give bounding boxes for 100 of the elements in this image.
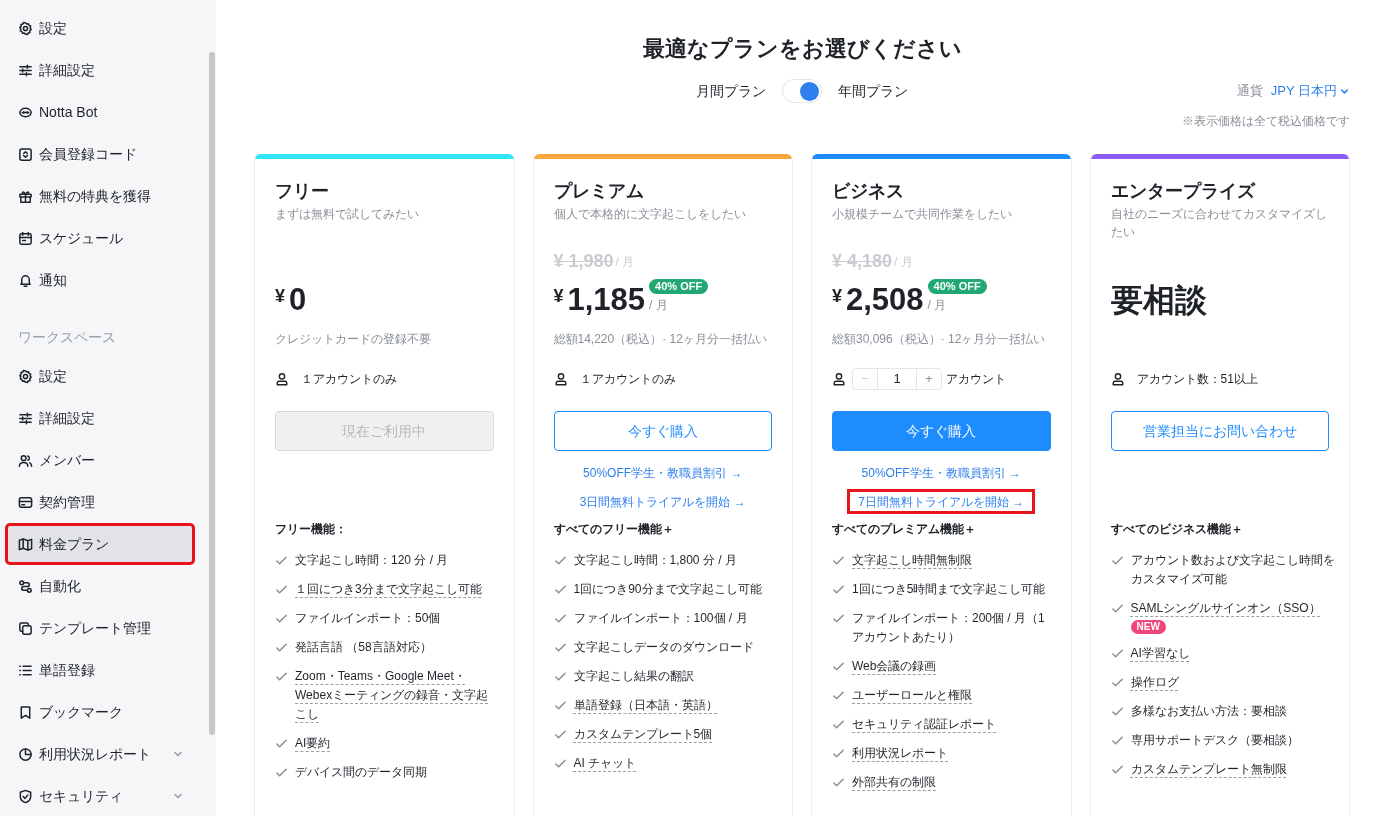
link[interactable]: 7日間無料トライアルを開始 →: [850, 492, 1033, 511]
feature-text: 多様なお支払い方法：要相談: [1130, 703, 1287, 720]
yearly-label[interactable]: 年間プラン: [838, 80, 908, 102]
card-icon: [18, 494, 33, 510]
feature-text: AI学習なし: [1130, 645, 1190, 662]
sidebar-item[interactable]: メンバー: [8, 442, 192, 478]
account-stepper[interactable]: − 1 +: [852, 368, 942, 390]
sidebar-item[interactable]: 設定: [8, 358, 192, 394]
sidebar-item[interactable]: 会員登録コード: [8, 136, 192, 172]
sidebar-item[interactable]: 単語登録: [8, 652, 192, 688]
check-icon: [275, 737, 288, 750]
feature-text: AI チャット: [573, 755, 637, 772]
check-icon: [832, 747, 845, 760]
price: 要相談: [1110, 281, 1207, 320]
check-icon: [553, 641, 567, 654]
check-icon: [1110, 763, 1124, 776]
account-limit: １アカウントのみ: [579, 371, 676, 388]
price-note: 総額30,096（税込）· 12ヶ月分一括払い: [832, 331, 1046, 348]
sidebar-item[interactable]: ブックマーク: [8, 694, 192, 730]
discount-badge: 40% OFF: [649, 279, 709, 294]
scrollbar[interactable]: [209, 52, 215, 735]
plan-name: プレミアム: [553, 180, 645, 203]
sidebar-item[interactable]: 自動化: [8, 568, 192, 604]
link[interactable]: 50%OFF学生・教職員割引 →: [575, 463, 751, 482]
feature-text: カスタムテンプレート5個: [573, 726, 713, 743]
check-icon: [1110, 647, 1124, 660]
price-note: 総額14,220（税込）· 12ヶ月分一括払い: [553, 331, 767, 348]
sidebar-item[interactable]: 料金プラン: [8, 526, 192, 562]
gift-icon: [18, 188, 33, 204]
feature-text: 文字起こし時間：120 分 / 月: [295, 552, 449, 569]
feature-text: ファイルインポート：50個: [295, 610, 441, 627]
billing-toggle[interactable]: [782, 79, 822, 103]
check-icon: [553, 583, 567, 596]
price: 1,185: [567, 280, 646, 319]
plan-button[interactable]: 営業担当にお問い合わせ: [1110, 411, 1329, 451]
settings-icon: [18, 368, 33, 384]
check-icon: [275, 670, 288, 683]
sidebar-item[interactable]: 利用状況レポート: [8, 736, 192, 772]
feature-text: 文字起こしデータのダウンロード: [573, 639, 754, 656]
currency-symbol: ¥: [832, 285, 842, 308]
person-icon: [553, 372, 568, 386]
template-icon: [18, 620, 33, 636]
price: 2,508: [846, 280, 924, 319]
check-icon: [832, 554, 845, 567]
feature-text: アカウント数および文字起こし時間をカスタマイズ可能: [1130, 552, 1335, 588]
features-title: すべてのプレミアム機能＋: [832, 521, 976, 538]
check-icon: [832, 718, 845, 731]
feature-text: カスタムテンプレート無制限: [1130, 761, 1287, 778]
account-label: アカウント: [946, 371, 1006, 388]
feature-text: 単語登録（日本語・英語）: [573, 697, 718, 714]
check-icon: [553, 612, 567, 625]
check-icon: [832, 776, 845, 789]
feature-text: 操作ログ: [1130, 674, 1179, 691]
plan-name: ビジネス: [832, 180, 905, 203]
link[interactable]: 50%OFF学生・教職員割引 →: [853, 463, 1029, 482]
sidebar-item[interactable]: 通知: [8, 262, 192, 298]
code-card-icon: [18, 146, 33, 162]
check-icon: [553, 757, 567, 770]
check-icon: [1110, 705, 1124, 718]
features-title: フリー機能：: [275, 521, 347, 538]
check-icon: [832, 660, 845, 673]
map-icon: [18, 536, 33, 552]
sidebar-item[interactable]: 無料の特典を獲得: [8, 178, 192, 214]
check-icon: [832, 689, 845, 702]
features-title: すべてのフリー機能＋: [553, 521, 674, 538]
discount-badge: 40% OFF: [927, 279, 987, 294]
feature-text: セキュリティ認証レポート: [852, 716, 996, 733]
feature-text: デバイス間のデータ同期: [295, 764, 427, 781]
sidebar-item[interactable]: セキュリティ: [8, 778, 192, 814]
check-icon: [1110, 554, 1124, 567]
feature-text: 外部共有の制限: [852, 774, 936, 791]
check-icon: [275, 612, 288, 625]
new-badge: NEW: [1130, 620, 1166, 634]
page-title: 最適なプランをお選びください: [642, 34, 962, 63]
account-count[interactable]: 1: [877, 369, 917, 389]
check-icon: [553, 554, 567, 567]
check-icon: [832, 612, 845, 625]
person-icon: [1110, 372, 1125, 386]
sidebar-item[interactable]: 詳細設定: [8, 52, 192, 88]
account-limit: アカウント数：51以上: [1136, 371, 1258, 388]
plan-name: フリー: [275, 180, 330, 203]
feature-text: SAMLシングルサインオン（SSO）: [1130, 600, 1321, 617]
price-note: クレジットカードの登録不要: [275, 331, 431, 348]
sidebar-item[interactable]: 詳細設定: [8, 400, 192, 436]
account-limit: １アカウントのみ: [301, 371, 397, 388]
sidebar-item[interactable]: Notta Bot: [8, 94, 192, 130]
sidebar-item[interactable]: スケジュール: [8, 220, 192, 256]
currency-dropdown[interactable]: JPY 日本円: [1270, 81, 1350, 101]
sidebar-item[interactable]: テンプレート管理: [8, 610, 192, 646]
currency-symbol: ¥: [553, 285, 564, 308]
monthly-label[interactable]: 月間プラン: [696, 80, 766, 102]
link[interactable]: 3日間無料トライアルを開始 →: [571, 492, 754, 511]
sidebar-item[interactable]: 契約管理: [8, 484, 192, 520]
price-unit: / 月: [927, 297, 947, 314]
feature-text: AI要約: [295, 735, 331, 752]
feature-text: 1回につき5時間まで文字起こし可能: [852, 581, 1046, 598]
feature-text: 利用状況レポート: [852, 745, 948, 762]
sidebar-item[interactable]: 設定: [8, 10, 192, 46]
settings-icon: [18, 20, 33, 36]
workflow-icon: [18, 578, 33, 594]
